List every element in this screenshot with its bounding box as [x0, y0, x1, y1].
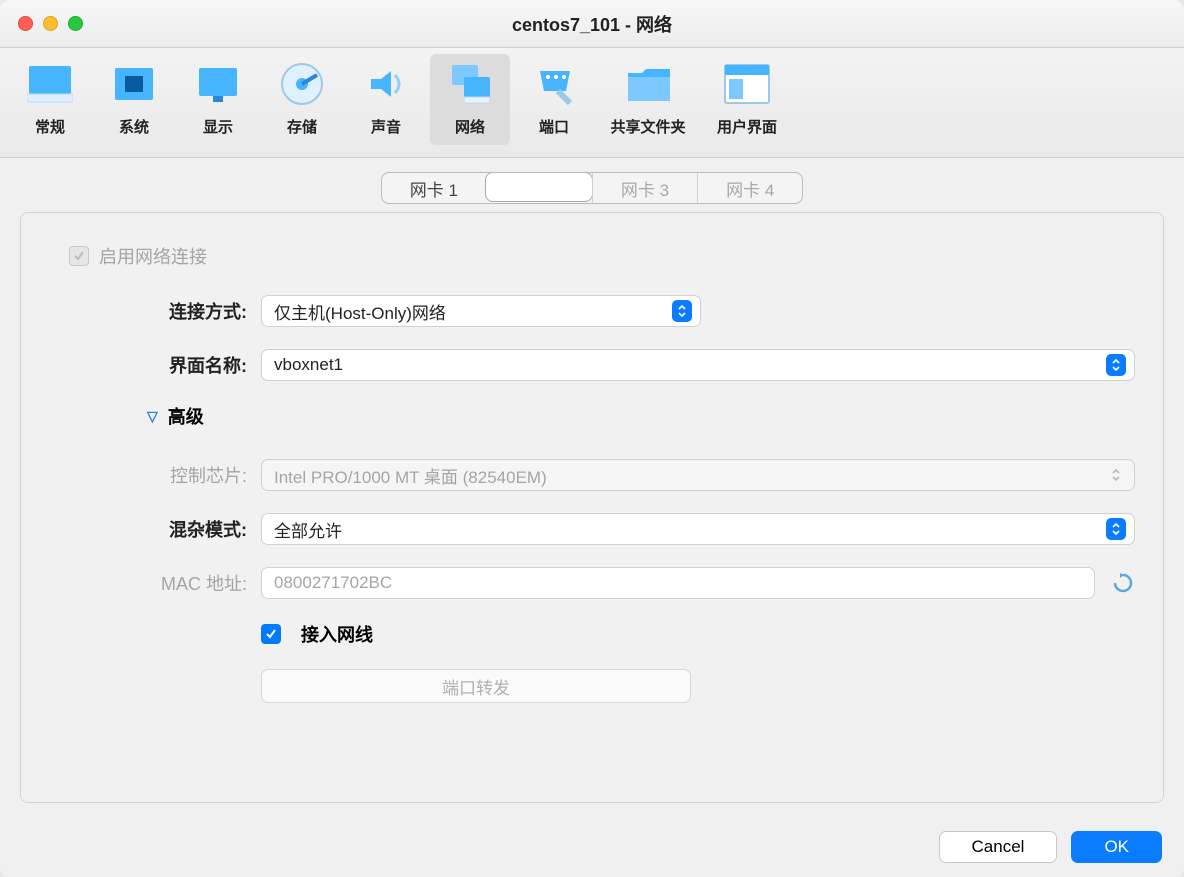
- select-value: 仅主机(Host-Only)网络: [274, 299, 664, 324]
- input-value: 0800271702BC: [274, 573, 392, 593]
- settings-window: centos7_101 - 网络 常规 系统 显示 存储: [0, 0, 1184, 877]
- network-panel: 启用网络连接 连接方式: 仅主机(Host-Only)网络 界面名称: vbox…: [20, 212, 1164, 803]
- tab-network[interactable]: 网络: [430, 54, 510, 145]
- select-value: 全部允许: [274, 517, 1098, 542]
- titlebar[interactable]: centos7_101 - 网络: [0, 0, 1184, 48]
- adapter-type-label: 控制芯片:: [49, 462, 261, 488]
- display-icon: [194, 60, 242, 108]
- chevron-updown-icon: [1106, 464, 1126, 486]
- adapter-tabs: 网卡 1 网卡 3 网卡 4: [0, 158, 1184, 204]
- advanced-label: 高级: [168, 403, 204, 429]
- tab-label: 常规: [35, 116, 65, 137]
- tab-label: 存储: [287, 116, 317, 137]
- mac-address-input[interactable]: 0800271702BC: [261, 567, 1095, 599]
- tab-display[interactable]: 显示: [178, 54, 258, 145]
- adapter-tab-1[interactable]: 网卡 1: [382, 173, 486, 203]
- promiscuous-mode-select[interactable]: 全部允许: [261, 513, 1135, 545]
- tab-serial[interactable]: 端口: [514, 54, 594, 145]
- tab-general[interactable]: 常规: [10, 54, 90, 145]
- attached-to-select[interactable]: 仅主机(Host-Only)网络: [261, 295, 701, 327]
- enable-adapter-checkbox: 启用网络连接: [69, 243, 1135, 269]
- ok-button[interactable]: OK: [1071, 831, 1162, 863]
- dialog-footer: Cancel OK: [0, 817, 1184, 877]
- chevron-updown-icon: [1106, 518, 1126, 540]
- chip-icon: [110, 60, 158, 108]
- promiscuous-mode-label: 混杂模式:: [49, 516, 261, 542]
- disk-icon: [278, 60, 326, 108]
- tab-label: 端口: [539, 116, 569, 137]
- cancel-button[interactable]: Cancel: [939, 831, 1058, 863]
- checkmark-icon: [261, 624, 281, 644]
- tab-shared-folders[interactable]: 共享文件夹: [598, 54, 698, 145]
- select-value: Intel PRO/1000 MT 桌面 (82540EM): [274, 463, 1098, 488]
- tab-storage[interactable]: 存储: [262, 54, 342, 145]
- tab-ui[interactable]: 用户界面: [702, 54, 792, 145]
- disclosure-triangle-icon: ▽: [147, 408, 158, 425]
- button-label: 端口转发: [442, 674, 510, 699]
- checkmark-icon: [69, 246, 89, 266]
- speaker-icon: [362, 60, 410, 108]
- tab-label: 显示: [203, 116, 233, 137]
- mac-address-label: MAC 地址:: [49, 570, 261, 596]
- segmented-control: 网卡 1 网卡 3 网卡 4: [381, 172, 804, 204]
- select-value: vboxnet1: [274, 355, 1098, 375]
- serial-port-icon: [530, 60, 578, 108]
- tab-label: 用户界面: [717, 116, 777, 137]
- enable-label: 启用网络连接: [99, 243, 207, 269]
- interface-name-label: 界面名称:: [49, 352, 261, 378]
- tab-audio[interactable]: 声音: [346, 54, 426, 145]
- port-forwarding-button: 端口转发: [261, 669, 691, 703]
- tab-system[interactable]: 系统: [94, 54, 174, 145]
- adapter-tab-2[interactable]: [485, 172, 593, 202]
- adapter-type-select: Intel PRO/1000 MT 桌面 (82540EM): [261, 459, 1135, 491]
- tab-label: 声音: [371, 116, 401, 137]
- tab-label: 系统: [119, 116, 149, 137]
- folder-icon: [624, 60, 672, 108]
- chevron-updown-icon: [672, 300, 692, 322]
- tab-label: 网络: [455, 116, 485, 137]
- advanced-disclosure[interactable]: ▽ 高级: [147, 403, 1135, 429]
- chevron-updown-icon: [1106, 354, 1126, 376]
- toolbar: 常规 系统 显示 存储 声音: [0, 48, 1184, 158]
- window-title: centos7_101 - 网络: [0, 11, 1184, 37]
- refresh-icon: [1111, 571, 1135, 595]
- adapter-tab-4: 网卡 4: [697, 173, 802, 203]
- tab-label: 共享文件夹: [610, 116, 685, 137]
- cable-connected-checkbox[interactable]: 接入网线: [261, 621, 1135, 647]
- interface-name-select[interactable]: vboxnet1: [261, 349, 1135, 381]
- adapter-tab-3: 网卡 3: [592, 173, 697, 203]
- network-icon: [446, 60, 494, 108]
- monitor-icon: [26, 60, 74, 108]
- attached-to-label: 连接方式:: [49, 298, 261, 324]
- ui-icon: [723, 60, 771, 108]
- cable-label: 接入网线: [301, 621, 373, 647]
- refresh-mac-button[interactable]: [1111, 571, 1135, 595]
